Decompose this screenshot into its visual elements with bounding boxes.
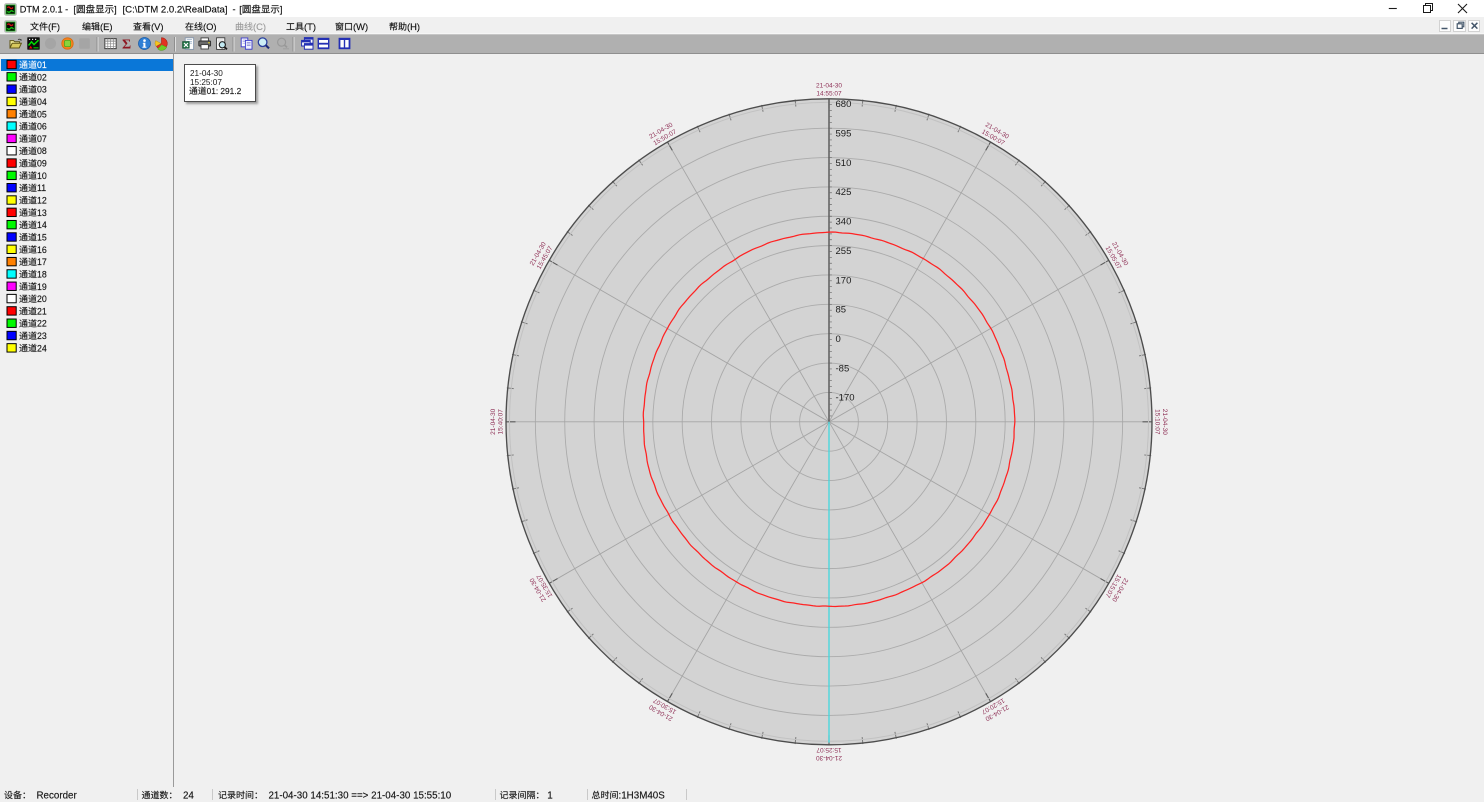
svg-text:]: ] [280, 5, 283, 15]
svg-text:(F): (F) [48, 21, 60, 32]
svg-text:14: 14 [37, 220, 47, 230]
svg-text:05: 05 [37, 109, 47, 119]
svg-text:08: 08 [37, 146, 47, 156]
svg-text:02: 02 [37, 72, 47, 82]
svg-text:24: 24 [37, 343, 47, 353]
svg-text:13: 13 [37, 208, 47, 218]
svg-text:[: [ [239, 5, 242, 15]
svg-text:01: 291.2: 01: 291.2 [207, 86, 242, 96]
svg-text:17: 17 [37, 257, 47, 267]
svg-text:Recorder: Recorder [31, 790, 77, 801]
svg-text:07: 07 [37, 134, 47, 144]
svg-text:]: ] [114, 5, 117, 15]
svg-text:(E): (E) [100, 21, 113, 32]
svg-text:(W): (W) [353, 21, 368, 32]
svg-text:10: 10 [37, 171, 47, 181]
svg-text:1: 1 [545, 790, 553, 801]
svg-text:12: 12 [37, 196, 47, 206]
svg-text:06: 06 [37, 122, 47, 132]
svg-text:18: 18 [37, 269, 47, 279]
svg-text:04: 04 [37, 97, 47, 107]
svg-text:(H): (H) [407, 21, 420, 32]
svg-text:-: - [233, 5, 236, 15]
svg-text:21: 21 [37, 306, 47, 316]
svg-text:23: 23 [37, 331, 47, 341]
svg-text::1H3M40S: :1H3M40S [619, 790, 666, 801]
svg-text:16: 16 [37, 245, 47, 255]
svg-text:11: 11 [37, 183, 46, 193]
svg-text:(T): (T) [304, 21, 316, 32]
svg-text:01: 01 [37, 60, 47, 70]
svg-text:03: 03 [37, 85, 47, 95]
svg-text:24: 24 [178, 790, 195, 801]
svg-text:[: [ [73, 5, 76, 15]
svg-text:DTM 2.0.1 -: DTM 2.0.1 - [20, 5, 71, 15]
svg-text:[C:\DTM 2.0.2\RealData]: [C:\DTM 2.0.2\RealData] [123, 5, 228, 16]
svg-text:(C): (C) [253, 21, 266, 32]
svg-text:19: 19 [37, 282, 47, 292]
svg-text:20: 20 [37, 294, 47, 304]
svg-text:(O): (O) [203, 21, 217, 32]
svg-text:22: 22 [37, 319, 47, 329]
svg-text:09: 09 [37, 159, 47, 169]
svg-text:(V): (V) [151, 21, 164, 32]
svg-text:21-04-30 14:51:30 ==> 21-04-30: 21-04-30 14:51:30 ==> 21-04-30 15:55:10 [263, 790, 452, 801]
svg-text:15: 15 [37, 232, 47, 242]
